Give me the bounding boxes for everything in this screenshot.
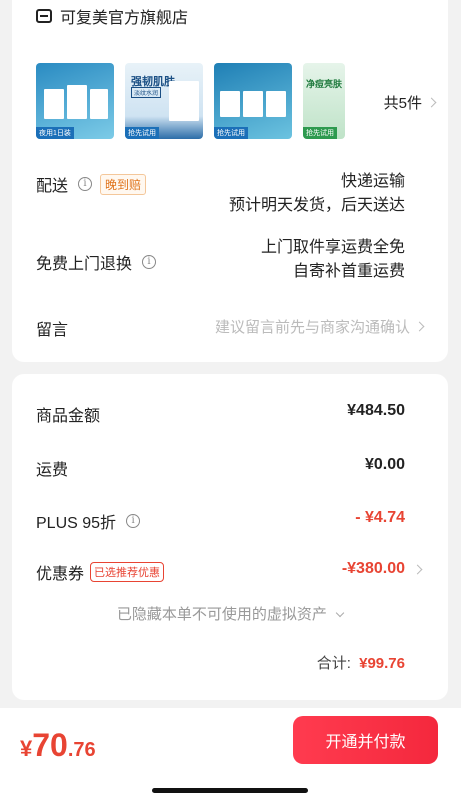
bottom-pay-bar: ¥70.76 开通并付款 bbox=[0, 708, 461, 800]
product-box-graphic bbox=[44, 89, 64, 119]
returns-line-2: 自寄补首重运费 bbox=[292, 263, 405, 280]
returns-row[interactable]: 免费上门退换 i bbox=[36, 250, 157, 274]
thumbnail-tag: 抢先试用 bbox=[214, 127, 248, 139]
product-box-graphic bbox=[169, 81, 199, 121]
open-and-pay-button[interactable]: 开通并付款 bbox=[293, 716, 438, 764]
returns-label: 免费上门退换 bbox=[36, 256, 133, 273]
hidden-assets-text: 已隐藏本单不可使用的虚拟资产 bbox=[116, 606, 327, 623]
thumbnail-title: 净痘亮肤 bbox=[306, 79, 343, 89]
product-thumbnail-3[interactable]: 抢先试用 bbox=[214, 63, 292, 139]
store-name: 可复美官方旗舰店 bbox=[60, 10, 189, 27]
goods-amount-label: 商品金额 bbox=[36, 408, 101, 425]
remark-input[interactable]: 建议留言前先与商家沟通确认 bbox=[214, 316, 425, 337]
home-indicator[interactable] bbox=[152, 788, 308, 793]
hidden-assets-toggle[interactable]: 已隐藏本单不可使用的虚拟资产 bbox=[12, 603, 448, 624]
info-icon[interactable]: i bbox=[142, 255, 157, 269]
plus-discount-row[interactable]: PLUS 95折 i bbox=[36, 509, 141, 533]
shop-icon bbox=[36, 9, 52, 23]
total-value: ¥99.76 bbox=[359, 655, 405, 672]
thumbnail-tag: 抢先试用 bbox=[303, 127, 337, 139]
product-box-graphic bbox=[90, 89, 108, 119]
shipping-label: 运费 bbox=[36, 462, 69, 479]
store-header[interactable]: 可复美官方旗舰店 bbox=[36, 4, 188, 28]
delivery-label: 配送 bbox=[36, 178, 69, 195]
product-box-graphic bbox=[67, 85, 87, 119]
thumbnail-tag: 抢先试用 bbox=[125, 127, 159, 139]
coupon-recommended-badge: 已选推荐优惠 bbox=[90, 562, 165, 582]
chevron-right-icon bbox=[414, 321, 425, 332]
thumbnail-tag: 夜用1日装 bbox=[36, 127, 74, 139]
product-thumbnails[interactable]: 夜用1日装 强韧肌肤 淡纹水润 抢先试用 抢先试用 净痘亮肤 抢先试用 bbox=[36, 63, 345, 139]
late-compensation-badge: 晚到赔 bbox=[100, 173, 147, 195]
coupon-row[interactable]: 优惠券 已选推荐优惠 bbox=[36, 560, 165, 584]
returns-details[interactable]: 上门取件享运费全免 自寄补首重运费 bbox=[261, 236, 405, 284]
product-thumbnail-2[interactable]: 强韧肌肤 淡纹水润 抢先试用 bbox=[125, 63, 203, 139]
total-label: 合计: bbox=[316, 655, 351, 672]
plus-discount-value: - ¥4.74 bbox=[355, 509, 405, 526]
coupon-label: 优惠券 bbox=[36, 566, 85, 583]
chevron-down-icon bbox=[335, 608, 345, 618]
returns-line-1: 上门取件享运费全免 bbox=[260, 239, 405, 256]
pay-decimal: .76 bbox=[67, 739, 96, 761]
product-box-graphic bbox=[220, 91, 240, 117]
plus-discount-label: PLUS 95折 bbox=[36, 515, 117, 532]
more-items-link[interactable]: 共5件 bbox=[383, 92, 437, 113]
goods-amount-value: ¥484.50 bbox=[347, 402, 405, 419]
product-thumbnail-1[interactable]: 夜用1日装 bbox=[36, 63, 114, 139]
item-count: 共5件 bbox=[383, 95, 422, 112]
delivery-details[interactable]: 快递运输 预计明天发货，后天送达 bbox=[229, 170, 405, 218]
info-icon[interactable]: i bbox=[126, 514, 141, 528]
delivery-method: 快递运输 bbox=[340, 173, 405, 190]
delivery-row[interactable]: 配送 i 晚到赔 bbox=[36, 172, 147, 196]
product-box-graphic bbox=[243, 91, 263, 117]
shipping-value: ¥0.00 bbox=[364, 456, 405, 473]
delivery-estimate: 预计明天发货，后天送达 bbox=[228, 197, 405, 214]
pay-amount: ¥70.76 bbox=[20, 727, 96, 764]
pay-currency: ¥ bbox=[20, 736, 33, 761]
total-row: 合计: ¥99.76 bbox=[317, 652, 405, 673]
pay-integer: 70 bbox=[32, 727, 68, 763]
product-thumbnail-4[interactable]: 净痘亮肤 抢先试用 bbox=[303, 63, 345, 139]
chevron-right-icon bbox=[426, 97, 437, 108]
coupon-value[interactable]: -¥380.00 bbox=[342, 560, 405, 578]
remark-placeholder: 建议留言前先与商家沟通确认 bbox=[214, 319, 410, 336]
remark-label: 留言 bbox=[36, 322, 69, 339]
product-box-graphic bbox=[266, 91, 286, 117]
thumbnail-subtitle: 淡纹水润 bbox=[131, 87, 162, 98]
info-icon[interactable]: i bbox=[78, 177, 93, 191]
